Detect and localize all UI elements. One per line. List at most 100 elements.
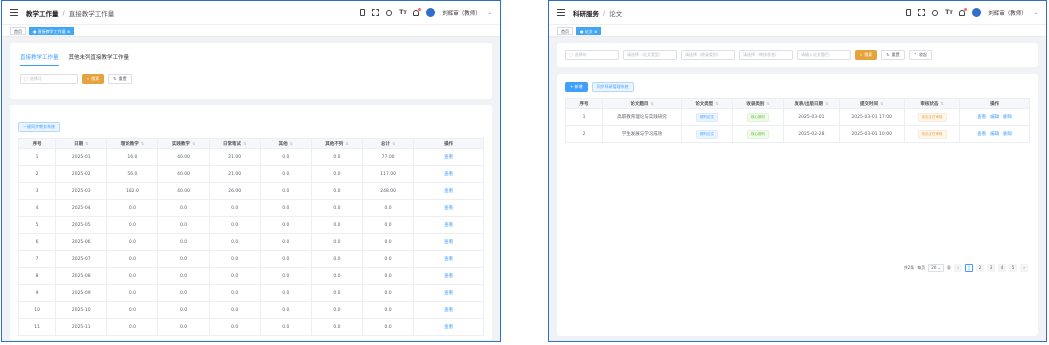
view-link[interactable]: 查看 [977, 115, 986, 120]
col-header[interactable]: 总计 ⇅ [362, 138, 415, 149]
view-link[interactable]: 查看 [444, 206, 453, 211]
font-size-icon[interactable]: Tт [945, 9, 953, 16]
notification-bell-icon[interactable] [959, 7, 968, 16]
reset-button[interactable]: ↻ 重置 [881, 50, 905, 60]
sort-icon[interactable]: ⇅ [880, 101, 883, 106]
year-picker[interactable]: ▢ 选择年 [565, 50, 619, 60]
col-header[interactable]: 日期 ⇅ [55, 138, 108, 149]
menu-toggle-icon[interactable] [557, 9, 565, 16]
page-number-button[interactable]: 4 [998, 264, 1006, 272]
col-header[interactable]: 实践教学 ⇅ [157, 138, 210, 149]
col-header[interactable]: 理论教学 ⇅ [106, 138, 159, 149]
search-icon[interactable] [932, 9, 939, 16]
view-link[interactable]: 查看 [444, 189, 453, 194]
cell-value: 2025-05 [71, 222, 91, 228]
title-search-input[interactable]: 请输入论文题目 [797, 50, 851, 60]
view-link[interactable]: 查看 [444, 223, 453, 228]
refresh-icon: ↻ [113, 76, 117, 81]
tag-active[interactable]: ● 直接教学工作量 ⊗ [29, 26, 75, 35]
tag-home[interactable]: 首页 [10, 26, 26, 35]
font-size-icon[interactable]: Tт [399, 9, 407, 16]
table-cell: 0.0 [208, 216, 261, 234]
view-link[interactable]: 查看 [444, 155, 453, 160]
col-header[interactable]: 其他不列 ⇅ [310, 138, 364, 149]
page-number-button[interactable]: 1 [965, 264, 973, 272]
sort-icon[interactable]: ⇅ [940, 101, 943, 106]
tag-home[interactable]: 首页 [557, 26, 573, 35]
col-header[interactable]: 发表/出版日期 ⇅ [783, 98, 840, 109]
paper-type-select[interactable]: 请选择（论文类型） [623, 50, 677, 60]
table-cell: 0.0 [208, 267, 261, 285]
view-link[interactable]: 查看 [444, 172, 453, 177]
table-cell: 2025-06 [55, 233, 108, 251]
fullscreen-icon[interactable] [918, 9, 926, 16]
toolbar-right: Tт 刘辉审（教师） ⌄ [360, 7, 492, 17]
sync-research-button[interactable]: 同步科研管理系统 [591, 82, 634, 92]
view-link[interactable]: 查看 [444, 325, 453, 330]
search-button[interactable]: ⌕ 搜索 [855, 50, 878, 60]
col-header[interactable]: 其他 ⇅ [259, 138, 312, 149]
delete-link[interactable]: 删除 [1003, 132, 1012, 137]
page-number-button[interactable]: 3 [987, 264, 995, 272]
prev-page-button[interactable]: ‹ [954, 264, 962, 272]
table-cell: 查看 [413, 165, 484, 183]
view-link[interactable]: 查看 [444, 257, 453, 262]
chevron-down-icon[interactable]: ⌄ [1034, 10, 1038, 16]
calendar-icon: ▢ [24, 76, 28, 81]
search-icon[interactable] [386, 9, 393, 16]
view-link[interactable]: 查看 [977, 132, 986, 137]
page-number-button[interactable]: 2 [976, 264, 984, 272]
col-header[interactable]: 日常笔试 ⇅ [208, 138, 261, 149]
sort-icon[interactable]: ⇅ [766, 101, 769, 106]
col-header[interactable]: 论文类型 ⇅ [680, 98, 734, 109]
sort-icon[interactable]: ⇅ [141, 141, 144, 146]
view-link[interactable]: 查看 [444, 274, 453, 279]
view-link[interactable]: 查看 [444, 291, 453, 296]
user-name[interactable]: 刘辉审（教师） [988, 9, 1027, 17]
breadcrumb-parent[interactable]: 科研服务 [573, 8, 599, 18]
notification-bell-icon[interactable] [413, 7, 422, 16]
reset-button[interactable]: ↻ 重置 [108, 74, 132, 84]
table-cell: 0.0 [310, 318, 364, 336]
sort-icon[interactable]: ⇅ [243, 141, 246, 146]
sync-academic-button[interactable]: 一键同步教务系统 [18, 122, 60, 132]
fullscreen-icon[interactable] [372, 9, 380, 16]
sort-icon[interactable]: ⇅ [392, 141, 395, 146]
status-select[interactable]: 请选择（审核状态） [739, 50, 793, 60]
sort-icon[interactable]: ⇅ [825, 101, 828, 106]
avatar[interactable] [426, 8, 436, 17]
sort-icon[interactable]: ⇅ [345, 141, 348, 146]
col-header[interactable]: 论文题目 ⇅ [602, 98, 682, 109]
breadcrumb-parent[interactable]: 教学工作量 [26, 8, 59, 18]
mobile-icon[interactable] [906, 9, 912, 16]
tag-active[interactable]: ● 论文 ⊗ [576, 26, 602, 35]
tab-other-teaching[interactable]: 其他未列直接教学工作量 [69, 53, 130, 66]
edit-link[interactable]: 编辑 [990, 132, 999, 137]
sort-icon[interactable]: ⇅ [192, 141, 195, 146]
sort-icon[interactable]: ⇅ [715, 101, 718, 106]
next-page-button[interactable]: › [1020, 264, 1028, 272]
sort-icon[interactable]: ⇅ [290, 141, 293, 146]
page-size-select[interactable]: 20 ⌄ [928, 264, 944, 272]
delete-link[interactable]: 删除 [1003, 115, 1012, 120]
page-number-button[interactable]: 5 [1009, 264, 1017, 272]
chevron-down-icon[interactable]: ⌄ [488, 10, 492, 16]
mobile-icon[interactable] [360, 9, 366, 16]
tab-direct-teaching[interactable]: 直接教学工作量 [20, 53, 59, 66]
add-button[interactable]: + 新增 [565, 82, 588, 92]
col-header[interactable]: 审核状态 ⇅ [903, 98, 961, 109]
view-link[interactable]: 查看 [444, 240, 453, 245]
collapse-button[interactable]: ⌃ 收起 [908, 50, 932, 60]
month-picker[interactable]: ▢ 选择月 [20, 74, 78, 84]
avatar[interactable] [972, 8, 982, 17]
search-button[interactable]: ⌕ 搜索 [82, 74, 105, 84]
edit-link[interactable]: 编辑 [990, 115, 999, 120]
sort-icon[interactable]: ⇅ [650, 101, 653, 106]
category-select[interactable]: 请选择（收录类别） [681, 50, 735, 60]
user-name[interactable]: 刘辉审（教师） [442, 9, 481, 17]
view-link[interactable]: 查看 [444, 308, 453, 313]
menu-toggle-icon[interactable] [10, 9, 18, 16]
sort-icon[interactable]: ⇅ [85, 141, 88, 146]
col-header[interactable]: 提交时间 ⇅ [838, 98, 905, 109]
col-header[interactable]: 收录类别 ⇅ [732, 98, 785, 109]
